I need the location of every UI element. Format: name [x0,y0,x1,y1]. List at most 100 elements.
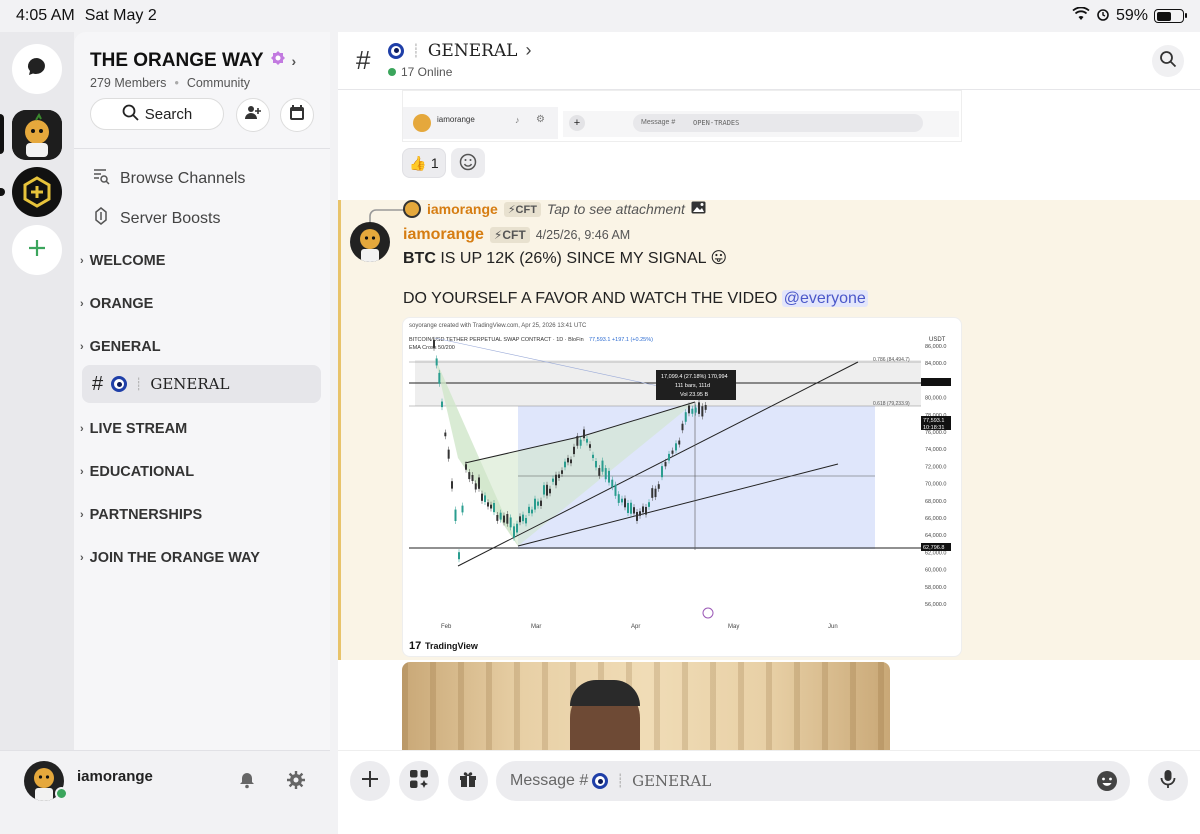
message-line-1: BTC IS UP 12K (26%) SINCE MY SIGNAL 😛 [403,248,727,268]
everyone-mention[interactable]: @everyone [781,290,868,307]
chart-attachment[interactable]: soyorange created with TradingView.com, … [402,317,962,657]
server-header[interactable]: THE ORANGE WAY › [90,50,296,72]
candle [558,474,560,478]
candle [441,401,443,408]
candle [522,514,524,522]
candle [642,506,644,513]
candle [552,478,554,482]
reply-text: Tap to see attachment [546,201,685,217]
category-label: PARTNERSHIPS [89,507,203,523]
add-server-button[interactable] [12,225,62,275]
selected-server-indicator [0,114,4,154]
candle [537,501,539,506]
candle [478,477,480,489]
candle [586,438,588,443]
chevron-down-icon: › [80,341,84,353]
category-join-the-orange-way[interactable]: › JOIN THE ORANGE WAY [80,550,260,566]
chart-indicator: EMA Cross 50/200 [409,345,455,351]
plus-icon [361,770,379,793]
apps-button[interactable] [399,761,439,801]
candle [481,493,483,501]
candle [694,407,697,413]
channel-title[interactable]: ┊ GENERAL › [388,40,531,61]
candle [516,523,518,533]
category-welcome[interactable]: › WELCOME [80,253,165,269]
prev-avatar [413,114,431,132]
channel-general-active[interactable]: # ┊ GENERAL [82,365,321,403]
candle [589,444,591,448]
message-input[interactable]: Message # ┊ GENERAL [496,761,1130,801]
candle [433,339,435,348]
image-icon [691,201,706,217]
candle [570,459,572,464]
prev-composer: + Message # OPEN-TRADES [563,111,959,137]
candle [608,470,610,483]
candle [583,429,585,439]
candle [684,412,687,422]
candle [621,498,623,503]
server-second[interactable] [12,167,62,217]
server-the-orange-way[interactable] [12,110,62,160]
direct-messages-button[interactable] [12,44,62,94]
candle [546,484,548,496]
candle [701,406,704,417]
browse-channels-link[interactable]: Browse Channels [92,167,245,190]
header-search-button[interactable] [1152,45,1184,77]
candle [681,423,684,431]
chevron-right-icon: › [291,53,297,69]
candle [499,512,502,520]
tooltip-line-1: 17,099.4 (27.18%) 170,994 [661,374,728,380]
emoji-icon[interactable] [1096,770,1118,797]
battery-icon [1154,9,1187,23]
message-user-name[interactable]: iamorange [403,226,484,244]
gift-button[interactable] [448,761,488,801]
category-general[interactable]: › GENERAL [80,339,161,355]
candle [617,494,620,503]
divider [74,148,330,149]
tradingview-brand: TradingView [425,641,479,651]
candle [465,464,467,470]
user-panel: iamorange [0,750,330,834]
candle [435,358,438,366]
tooltip-line-3: Vol 23.95 B [680,392,708,398]
candle [661,466,663,478]
reply-preview[interactable]: iamorange ⚡CFT Tap to see attachment [403,200,706,218]
chevron-right-icon: › [80,423,84,435]
invite-button[interactable] [236,98,270,132]
events-button[interactable] [280,98,314,132]
server-boosts-link[interactable]: Server Boosts [92,207,220,230]
apps-sparkle-icon [409,769,429,794]
price-tick-label: 56,000.0 [925,602,946,608]
candle [531,509,533,514]
notifications-bell-icon[interactable] [238,771,256,794]
message-timestamp: 4/25/26, 9:46 AM [535,228,631,242]
tradingview-logo-icon: 17 [409,640,421,652]
category-educational[interactable]: › EDUCATIONAL [80,464,194,480]
tooltip-line-2: 111 bars, 111d [675,383,710,389]
add-reaction-button[interactable] [451,148,485,178]
reply-user-name: iamorange [427,201,498,217]
settings-gear-icon[interactable] [286,770,306,795]
axis-unit: USDT [929,337,946,343]
candle [604,468,607,480]
month-tick-label: Mar [531,624,541,630]
price-tick-label: 68,000.0 [925,499,946,505]
category-partnerships[interactable]: › PARTNERSHIPS [80,507,202,523]
category-orange[interactable]: › ORANGE [80,296,153,312]
voice-message-button[interactable] [1148,761,1188,801]
video-attachment[interactable] [402,662,890,750]
search-label: Search [144,105,193,123]
member-count: 279 Members [90,76,167,90]
attach-button[interactable] [350,761,390,801]
reaction-thumbs-up[interactable]: 👍 1 [402,148,446,178]
previous-attachment-image[interactable]: iamorange ♪ ⚙ + Message # OPEN-TRADES [402,90,962,142]
month-tick-label: Feb [441,624,452,630]
price-tick-label: 84,000.0 [925,361,946,367]
message-input-placeholder: Message # [510,772,589,789]
candle [474,483,477,490]
category-live-stream[interactable]: › LIVE STREAM [80,421,187,437]
search-icon [122,104,139,125]
message-avatar[interactable] [350,222,390,262]
search-button[interactable]: Search [90,98,224,130]
category-label: LIVE STREAM [89,421,188,437]
